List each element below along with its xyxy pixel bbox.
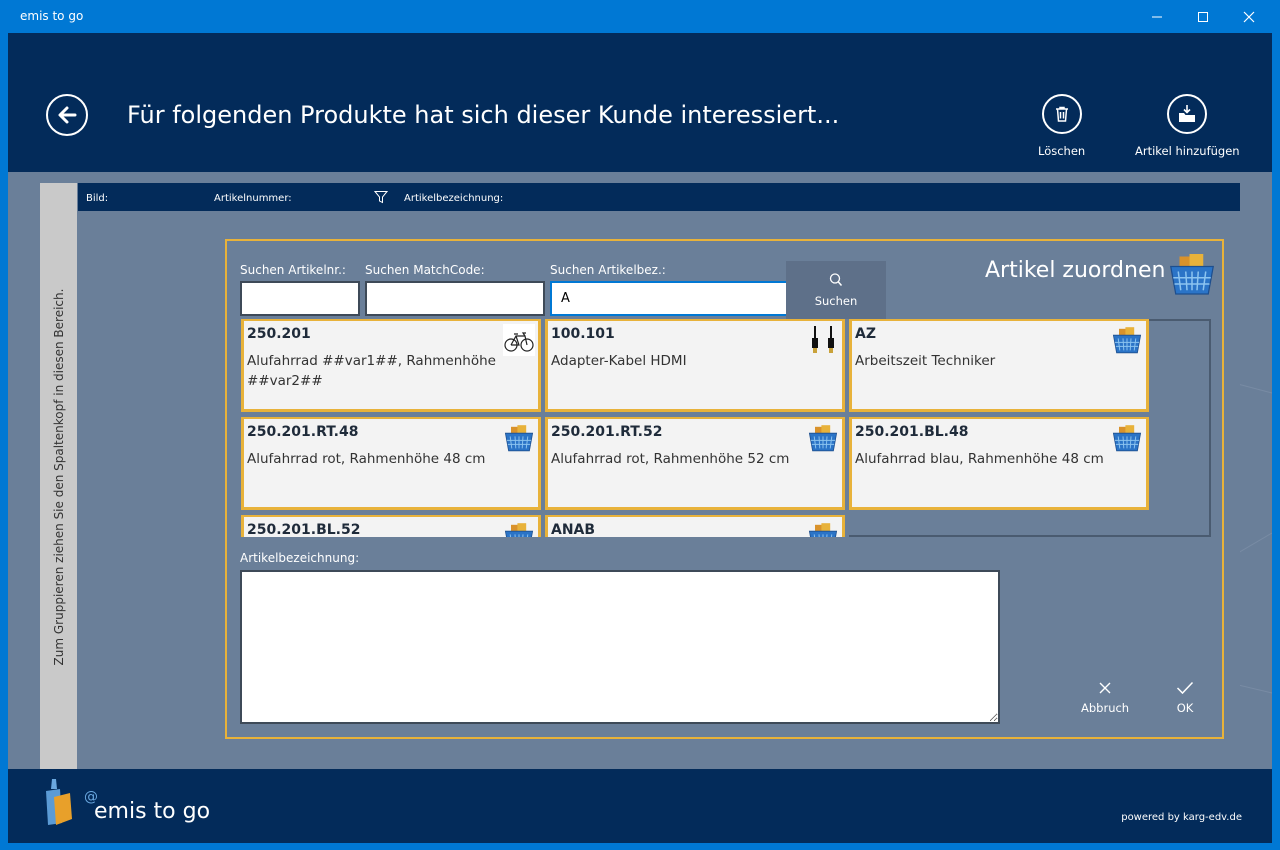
page-title: Für folgenden Produkte hat sich dieser K… bbox=[127, 101, 840, 129]
column-header-bild[interactable]: Bild: bbox=[86, 193, 108, 204]
filter-icon[interactable] bbox=[374, 190, 388, 204]
hdmi-cable-icon bbox=[807, 324, 839, 356]
close-icon bbox=[1099, 682, 1111, 694]
article-code: ANAB bbox=[551, 522, 596, 537]
cancel-button[interactable]: Abbruch bbox=[1081, 681, 1129, 715]
article-tile[interactable]: 250.201.BL.48 Alufahrrad blau, Rahmenhöhe… bbox=[849, 417, 1149, 510]
article-code: 250.201.RT.48 bbox=[247, 424, 359, 440]
client-area: Für folgenden Produkte hat sich dieser K… bbox=[8, 33, 1272, 843]
column-header-artikelnummer[interactable]: Artikelnummer: bbox=[214, 193, 292, 204]
article-code: 250.201.BL.52 bbox=[247, 522, 361, 537]
article-code: AZ bbox=[855, 326, 876, 342]
ok-label: OK bbox=[1176, 701, 1194, 715]
checkmark-icon bbox=[1176, 681, 1194, 695]
search-nr-input[interactable] bbox=[240, 281, 360, 316]
close-button[interactable] bbox=[1226, 0, 1272, 33]
basket-icon bbox=[807, 520, 839, 537]
delete-button[interactable]: Löschen bbox=[1038, 94, 1085, 158]
add-article-label: Artikel hinzufügen bbox=[1135, 144, 1240, 158]
basket-icon bbox=[1170, 254, 1214, 295]
article-tile[interactable]: 250.201.RT.48 Alufahrrad rot, Rahmenhöhe … bbox=[241, 417, 541, 510]
search-button-label: Suchen bbox=[814, 294, 858, 308]
article-tile[interactable]: 250.201.BL.52 bbox=[241, 515, 541, 537]
basket-icon bbox=[1111, 422, 1143, 454]
article-tile[interactable]: ANAB bbox=[545, 515, 845, 537]
description-label: Artikelbezeichnung: bbox=[240, 551, 360, 565]
basket-icon bbox=[807, 422, 839, 454]
back-button[interactable] bbox=[46, 94, 88, 136]
title-bar: emis to go bbox=[0, 0, 1280, 33]
article-code: 250.201 bbox=[247, 326, 311, 342]
article-description: Alufahrrad ##var1##, Rahmenhöhe ##var2## bbox=[247, 353, 496, 389]
cancel-label: Abbruch bbox=[1081, 701, 1130, 715]
article-tile-list: 250.201 Alufahrrad ##var1##, Rahmenhöhe #… bbox=[241, 319, 1211, 537]
assign-article-dialog: Suchen Artikelnr.: Suchen MatchCode: Suc… bbox=[225, 239, 1224, 739]
basket-icon bbox=[1111, 324, 1143, 356]
article-description: Alufahrrad rot, Rahmenhöhe 48 cm bbox=[247, 451, 486, 467]
search-matchcode-input[interactable] bbox=[365, 281, 545, 316]
add-article-button[interactable]: Artikel hinzufügen bbox=[1135, 94, 1240, 158]
group-panel[interactable]: Zum Gruppieren ziehen Sie den Spaltenkop… bbox=[40, 183, 77, 770]
minimize-button[interactable] bbox=[1134, 0, 1180, 33]
search-matchcode-label: Suchen MatchCode: bbox=[365, 263, 485, 277]
article-code: 100.101 bbox=[551, 326, 615, 342]
close-icon bbox=[1243, 11, 1255, 22]
bicycle-icon bbox=[503, 324, 535, 356]
basket-icon bbox=[503, 422, 535, 454]
column-header-row: Bild: Artikelnummer: Artikelbezeichnung: bbox=[78, 183, 1240, 211]
article-description: Alufahrrad blau, Rahmenhöhe 48 cm bbox=[855, 451, 1104, 467]
article-tile[interactable]: 250.201 Alufahrrad ##var1##, Rahmenhöhe #… bbox=[241, 319, 541, 412]
header-bar: Für folgenden Produkte hat sich dieser K… bbox=[8, 33, 1272, 172]
search-bez-label: Suchen Artikelbez.: bbox=[550, 263, 666, 277]
article-tile[interactable]: 250.201.RT.52 Alufahrrad rot, Rahmenhöhe … bbox=[545, 417, 845, 510]
basket-icon bbox=[503, 520, 535, 537]
dialog-title: Artikel zuordnen bbox=[985, 258, 1166, 283]
article-code: 250.201.RT.52 bbox=[551, 424, 663, 440]
delete-label: Löschen bbox=[1038, 144, 1086, 158]
maximize-icon bbox=[1198, 11, 1208, 22]
trash-icon bbox=[1055, 106, 1068, 122]
arrow-left-icon bbox=[58, 106, 77, 124]
article-tile[interactable]: 100.101 Adapter-Kabel HDMI bbox=[545, 319, 845, 412]
description-field[interactable] bbox=[240, 570, 1000, 724]
ok-button[interactable]: OK bbox=[1176, 681, 1194, 715]
footer-brand: emis to go bbox=[94, 799, 211, 824]
app-logo-icon: @ bbox=[46, 779, 98, 825]
app-window: emis to go Für folgenden Produkte hat si… bbox=[0, 0, 1280, 850]
search-bez-input[interactable] bbox=[550, 281, 790, 316]
minimize-icon bbox=[1152, 16, 1162, 17]
powered-by-label: powered by karg-edv.de bbox=[1121, 812, 1242, 823]
maximize-button[interactable] bbox=[1180, 0, 1226, 33]
footer-bar: @ emis to go powered by karg-edv.de bbox=[8, 769, 1272, 843]
folder-add-icon bbox=[1179, 105, 1196, 122]
article-description: Arbeitszeit Techniker bbox=[855, 353, 996, 369]
search-icon bbox=[829, 273, 843, 286]
window-title: emis to go bbox=[20, 9, 84, 23]
article-description: Alufahrrad rot, Rahmenhöhe 52 cm bbox=[551, 451, 790, 467]
search-button[interactable]: Suchen bbox=[786, 261, 886, 319]
column-header-artikelbezeichnung[interactable]: Artikelbezeichnung: bbox=[404, 193, 503, 204]
search-nr-label: Suchen Artikelnr.: bbox=[240, 263, 346, 277]
article-description: Adapter-Kabel HDMI bbox=[551, 353, 687, 369]
article-tile[interactable]: AZ Arbeitszeit Techniker bbox=[849, 319, 1149, 412]
group-hint: Zum Gruppieren ziehen Sie den Spaltenkop… bbox=[51, 288, 66, 665]
article-code: 250.201.BL.48 bbox=[855, 424, 969, 440]
